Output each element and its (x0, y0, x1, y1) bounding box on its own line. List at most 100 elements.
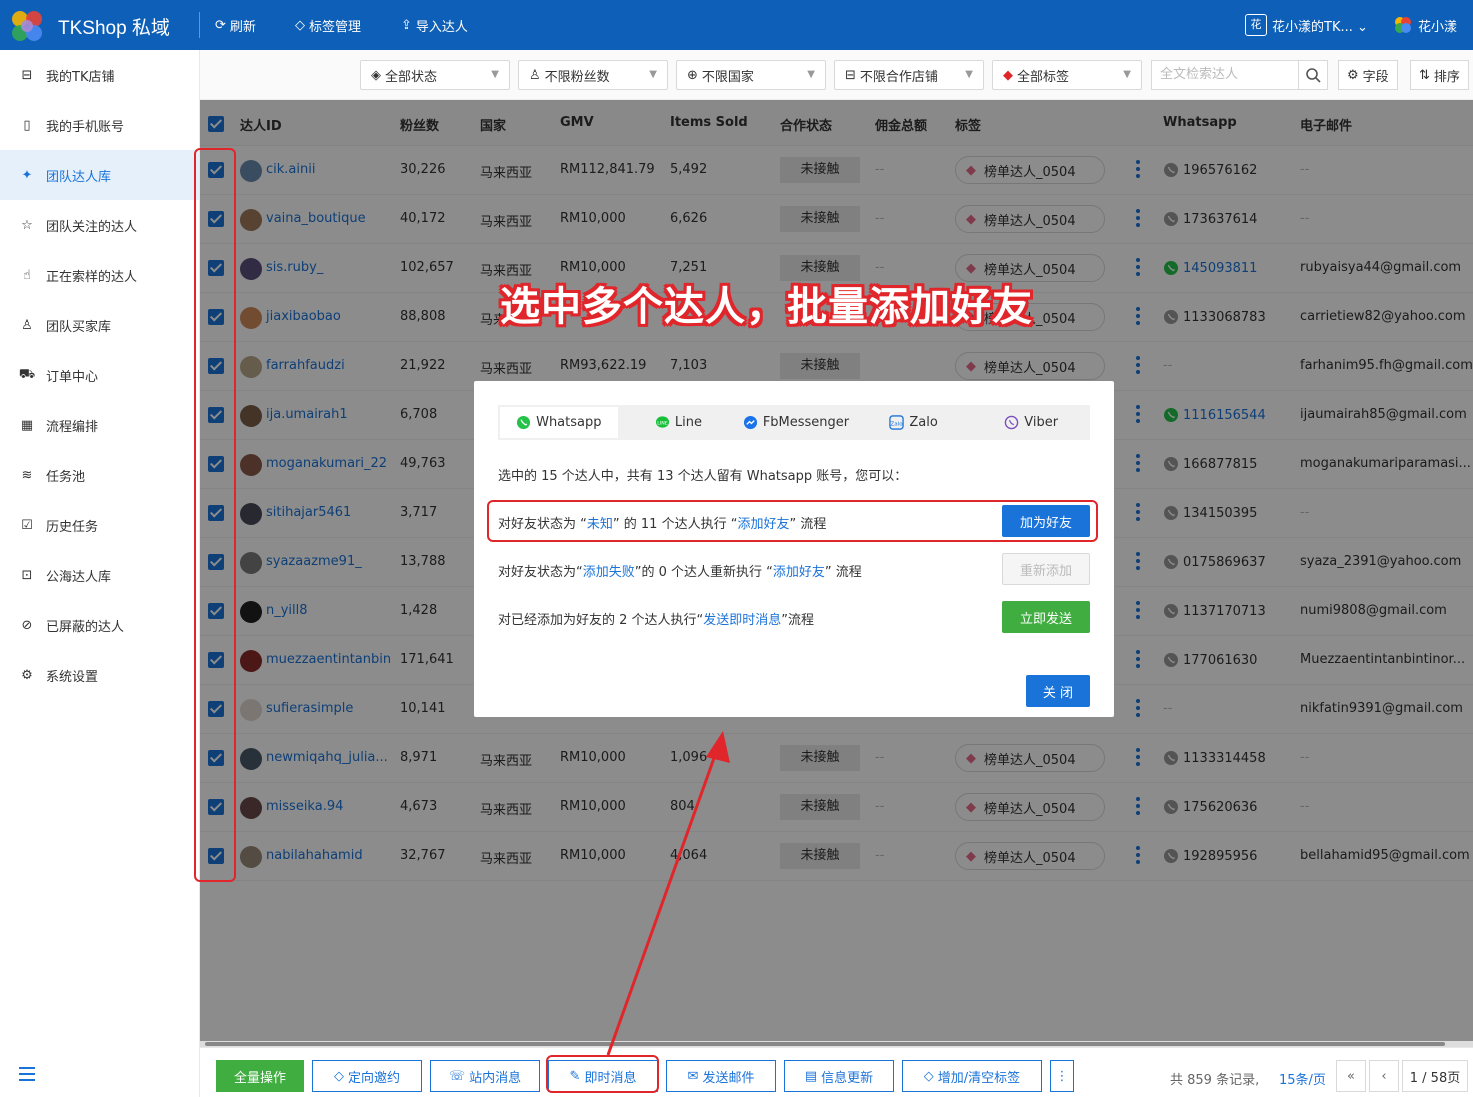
all-operations-button[interactable]: 全量操作 (216, 1060, 304, 1092)
sidebar-item-label: 流程编排 (46, 419, 99, 435)
upload-icon: ⇪ (401, 18, 412, 33)
sidebar-item-buyer[interactable]: ♙ 团队买家库 (0, 300, 199, 350)
chevron-down-icon: ▼ (491, 69, 499, 80)
search-button[interactable] (1298, 60, 1328, 90)
layers-icon: ◈ (371, 67, 381, 83)
divider (199, 12, 200, 38)
close-button[interactable]: 关 闭 (1026, 675, 1090, 707)
sidebar-item-gear[interactable]: ⚙ 系统设置 (0, 650, 199, 700)
tab-zalo[interactable]: Zalo Zalo (855, 405, 973, 440)
tab-whatsapp[interactable]: Whatsapp (500, 407, 618, 438)
sidebar-item-label: 团队关注的达人 (46, 219, 138, 235)
sidebar-item-label: 团队买家库 (46, 319, 112, 335)
sidebar-item-shop[interactable]: ⊟ 我的TK店铺 (0, 50, 199, 100)
total-records: 共 859 条记录, (1170, 1073, 1260, 1088)
send-email-button[interactable]: ✉ 发送邮件 (666, 1060, 776, 1092)
sidebar-item-block[interactable]: ⊘ 已屏蔽的达人 (0, 600, 199, 650)
tag-icon: ◇ (333, 1068, 344, 1084)
annotation-box-checkboxes (194, 148, 236, 882)
workspace-icon[interactable]: 花 (1245, 14, 1267, 36)
block-icon: ⊘ (21, 617, 33, 633)
dialog-summary: 选中的 15 个达人中，共有 13 个达人留有 Whatsapp 账号，您可以： (498, 469, 908, 484)
sidebar-item-team-creators[interactable]: ✦ 团队达人库 (0, 150, 199, 200)
first-page-button[interactable]: « (1336, 1060, 1366, 1092)
sidebar-item-label: 历史任务 (46, 519, 99, 535)
top-bar: TKShop 私域 ⟳ 刷新 ◇ 标签管理 ⇪ 导入达人 花 花小漾的TK... ⌄ … (0, 0, 1473, 50)
site-message-button[interactable]: ☏ 站内消息 (430, 1060, 540, 1092)
shop-filter[interactable]: ⊟ 不限合作店铺 ▼ (834, 60, 984, 90)
sidebar-item-label: 已屏蔽的达人 (46, 619, 125, 635)
chevron-down-icon: ▼ (807, 69, 815, 80)
user-avatar-icon[interactable] (1393, 15, 1413, 35)
user-name[interactable]: 花小漾 (1418, 16, 1457, 35)
sort-button[interactable]: ⇅ 排序 (1410, 60, 1469, 90)
kebab-icon: ⋮ (1055, 1068, 1069, 1084)
country-filter[interactable]: ⊕ 不限国家 ▼ (676, 60, 826, 90)
sidebar-item-label: 团队达人库 (46, 169, 112, 185)
menu-collapse-icon[interactable] (18, 1066, 36, 1082)
tab-fbmessenger[interactable]: FbMessenger (737, 405, 855, 440)
double-chevron-left-icon: « (1347, 1068, 1355, 1084)
status-filter[interactable]: ◈ 全部状态 ▼ (360, 60, 510, 90)
workspace-switcher[interactable]: 花小漾的TK... ⌄ (1272, 16, 1368, 35)
truck-icon: ⛟ (18, 366, 36, 382)
zalo-icon: Zalo (889, 415, 905, 430)
retry-add-button[interactable]: 重新添加 (1002, 553, 1090, 585)
app-title: TKShop 私域 (58, 18, 170, 39)
fields-button[interactable]: ⚙ 字段 (1338, 60, 1398, 90)
annotation-arrow-icon (606, 731, 730, 1056)
gear-icon: ⚙ (21, 667, 33, 683)
sidebar-item-label: 任务池 (46, 469, 86, 485)
star-icon: ☆ (21, 217, 33, 233)
send-message-line: 对已经添加为好友的 2 个达人执行“发送即时消息”流程 (498, 613, 815, 628)
bottom-action-bar: 全量操作 ◇ 定向邀约 ☏ 站内消息 ✎ 即时消息 ✉ 发送邮件 ▤ 信息更新 ◇ 增加/清… (200, 1047, 1473, 1097)
annotation-box-add-friend (487, 500, 1098, 542)
sidebar-item-layers[interactable]: ≋ 任务池 (0, 450, 199, 500)
viber-icon (1004, 415, 1019, 430)
sidebar-item-phone[interactable]: ▯ 我的手机账号 (0, 100, 199, 150)
info-update-button[interactable]: ▤ 信息更新 (784, 1060, 894, 1092)
tags-edit-button[interactable]: ◇ 增加/清空标签 (902, 1060, 1042, 1092)
line-icon: LINE (655, 416, 669, 428)
gear-icon: ⚙ (1347, 67, 1359, 83)
shop-icon: ⊟ (21, 67, 33, 83)
sidebar-item-public[interactable]: ⊡ 公海达人库 (0, 550, 199, 600)
app-logo-icon (12, 11, 42, 41)
search-input[interactable]: 全文检索达人 (1151, 60, 1299, 90)
tags-filter[interactable]: ◆ 全部标签 ▼ (992, 60, 1142, 90)
tab-viber[interactable]: Viber (972, 405, 1090, 440)
buyer-icon: ♙ (21, 317, 33, 333)
prev-page-button[interactable]: ‹ (1369, 1060, 1399, 1092)
more-actions-button[interactable]: ⋮ (1050, 1060, 1074, 1092)
tab-line[interactable]: LINE Line (620, 405, 738, 440)
targeted-invite-button[interactable]: ◇ 定向邀约 (312, 1060, 422, 1092)
svg-text:LINE: LINE (657, 420, 667, 426)
clipboard-icon: ☑ (21, 517, 33, 533)
sidebar-item-hand[interactable]: ☝ 正在索样的达人 (0, 250, 199, 300)
chevron-down-icon: ▼ (1123, 69, 1131, 80)
page-size-select[interactable]: 15条/页 (1279, 1069, 1326, 1088)
page-indicator: 1 / 58页 (1402, 1060, 1468, 1092)
mail-icon: ✉ (687, 1068, 699, 1084)
sidebar-item-label: 系统设置 (46, 669, 99, 685)
tag-management-button[interactable]: ◇ 标签管理 (295, 16, 361, 35)
sidebar-item-label: 我的手机账号 (46, 119, 125, 135)
sidebar-item-clipboard[interactable]: ☑ 历史任务 (0, 500, 199, 550)
refresh-button[interactable]: ⟳ 刷新 (215, 16, 256, 35)
sidebar: ⊟ 我的TK店铺 ▯ 我的手机账号 ✦ 团队达人库 ☆ 团队关注的达人 ☝ 正在索样的达人 ♙ 团队买… (0, 50, 200, 1097)
sidebar-item-calendar[interactable]: ▦ 流程编排 (0, 400, 199, 450)
sidebar-item-star[interactable]: ☆ 团队关注的达人 (0, 200, 199, 250)
hand-icon: ☝ (23, 267, 31, 283)
chevron-down-icon: ▼ (965, 69, 973, 80)
search-icon (1306, 68, 1321, 83)
phone-icon: ▯ (23, 117, 31, 133)
send-now-button[interactable]: 立即发送 (1002, 601, 1090, 633)
import-creators-button[interactable]: ⇪ 导入达人 (401, 16, 468, 35)
filter-bar: ◈ 全部状态 ▼ ♙ 不限粉丝数 ▼ ⊕ 不限国家 ▼ ⊟ 不限合作店铺 ▼ ◆ 全部标签 ▼ 全文… (200, 50, 1473, 100)
messenger-tabs: Whatsapp LINE Line FbMessenger Zalo Zalo… (498, 405, 1090, 440)
calendar-icon: ▦ (20, 417, 34, 433)
fans-filter[interactable]: ♙ 不限粉丝数 ▼ (518, 60, 668, 90)
shop-icon: ⊟ (845, 67, 856, 83)
sidebar-item-truck[interactable]: ⛟ 订单中心 (0, 350, 199, 400)
scrollbar-thumb[interactable] (205, 1042, 1445, 1046)
